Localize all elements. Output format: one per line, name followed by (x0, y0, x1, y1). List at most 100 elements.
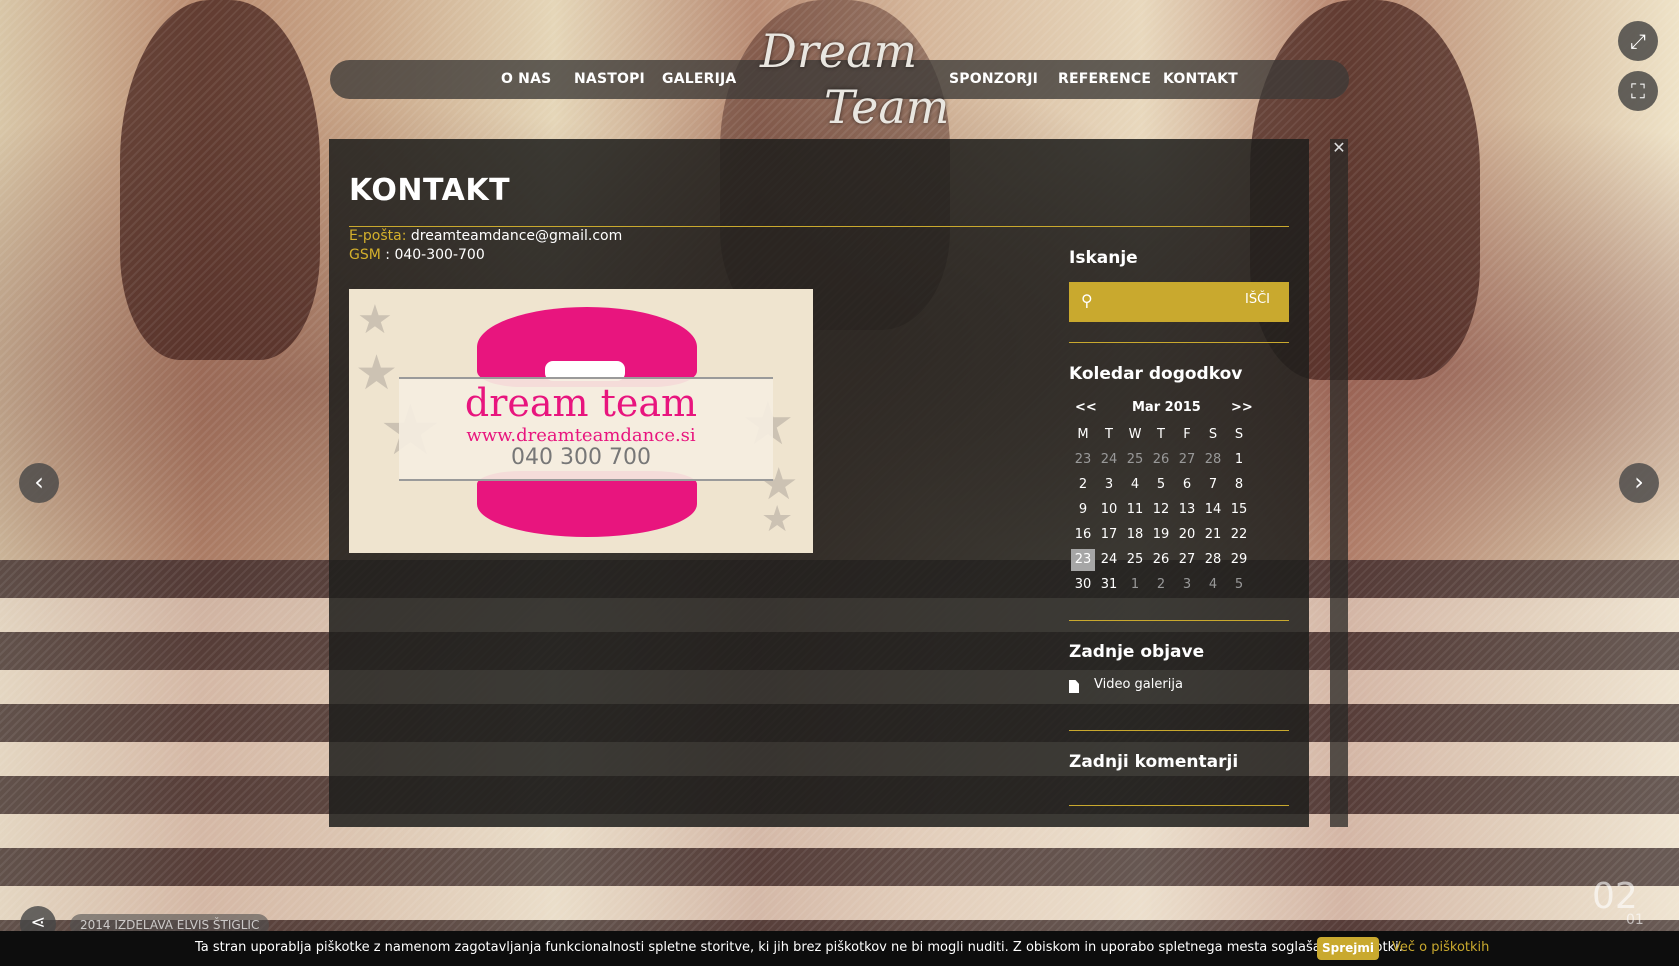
weekday-cell: S (1208, 427, 1218, 442)
calendar-day: 31 (1100, 577, 1118, 592)
nav-sponzorji[interactable]: SPONZORJI (949, 71, 1038, 87)
calendar-day: 2 (1156, 577, 1166, 592)
calendar-next-link[interactable]: >> (1231, 400, 1253, 415)
share-icon: ⋖ (30, 912, 46, 933)
calendar-day: 27 (1178, 452, 1196, 467)
weekday-cell: T (1157, 427, 1165, 442)
calendar-week-row: 9 10 11 12 13 14 15 (1069, 499, 1289, 521)
nav-kontakt[interactable]: KONTAKT (1163, 71, 1238, 87)
calendar-day: 30 (1074, 577, 1092, 592)
panel-scrollbar[interactable] (1330, 139, 1348, 827)
card-phone: 040 300 700 (511, 445, 651, 470)
slide-counter-next: 01 (1626, 912, 1644, 928)
calendar-day: 16 (1074, 527, 1092, 542)
search-heading: Iskanje (1069, 248, 1138, 268)
calendar-day-today: 23 (1071, 549, 1095, 571)
weekday-cell: S (1234, 427, 1244, 442)
site-logo[interactable]: Dream Team (760, 18, 949, 136)
calendar-prev-link[interactable]: << (1075, 400, 1097, 415)
weekday-cell: F (1183, 427, 1191, 442)
calendar-weekday-row: M T W T F S S (1069, 424, 1289, 446)
sidebar-divider (1069, 805, 1289, 806)
calendar-day: 13 (1178, 502, 1196, 517)
email-line: E-pošta: dreamteamdance@gmail.com (349, 228, 622, 244)
search-button[interactable]: IŠČI (1245, 292, 1270, 307)
calendar-day: 27 (1178, 552, 1196, 567)
next-slide-button[interactable]: › (1619, 463, 1659, 503)
calendar-day: 7 (1208, 477, 1218, 492)
business-card-image: ★ ★ ★ ★ ★ ★ dream team www.dreamteamdanc… (349, 289, 813, 553)
calendar-day: 20 (1178, 527, 1196, 542)
weekday-cell: W (1128, 427, 1142, 442)
calendar-day: 17 (1100, 527, 1118, 542)
calendar-day: 26 (1152, 452, 1170, 467)
calendar-day: 1 (1234, 452, 1244, 467)
star-decoration: ★ (761, 499, 794, 540)
calendar-day: 14 (1204, 502, 1222, 517)
weekday-cell: T (1105, 427, 1113, 442)
calendar-day: 22 (1230, 527, 1248, 542)
calendar-day: 29 (1230, 552, 1248, 567)
calendar-heading: Koledar dogodkov (1069, 364, 1243, 384)
calendar-day: 18 (1126, 527, 1144, 542)
cookie-message: Ta stran uporablja piškotke z namenom za… (195, 940, 1403, 955)
calendar-day: 8 (1234, 477, 1244, 492)
chevron-left-icon: ‹ (34, 468, 44, 496)
calendar-day: 23 (1074, 452, 1092, 467)
calendar-day: 6 (1182, 477, 1192, 492)
sidebar-divider (1069, 342, 1289, 343)
fit-screen-icon: ⛶ (1631, 79, 1645, 103)
calendar-day: 1 (1130, 577, 1140, 592)
calendar-day: 4 (1130, 477, 1140, 492)
calendar-day: 24 (1100, 452, 1118, 467)
fullscreen-button[interactable]: ⤢ (1618, 21, 1658, 61)
calendar-day: 24 (1100, 552, 1118, 567)
calendar-day: 11 (1126, 502, 1144, 517)
star-decoration: ★ (357, 297, 393, 343)
calendar-day: 3 (1104, 477, 1114, 492)
nav-galerija[interactable]: GALERIJA (662, 71, 736, 87)
recent-comments-heading: Zadnji komentarji (1069, 752, 1239, 772)
calendar-day: 26 (1152, 552, 1170, 567)
calendar-nav-row: << Mar 2015 >> (1069, 400, 1289, 422)
page-title: KONTAKT (349, 173, 511, 208)
gsm-line: GSM : 040-300-700 (349, 247, 485, 263)
gsm-separator: : (380, 247, 390, 263)
gsm-number: 040-300-700 (394, 247, 485, 263)
search-input[interactable] (1103, 290, 1237, 314)
calendar-week-row: 16 17 18 19 20 21 22 (1069, 524, 1289, 546)
calendar-day: 15 (1230, 502, 1248, 517)
logo-line-2: Team (824, 80, 950, 134)
logo-line-1: Dream (760, 24, 918, 78)
cookie-more-link[interactable]: Več o piškotkih (1392, 940, 1489, 955)
cookie-accept-button[interactable]: Sprejmi (1317, 937, 1379, 960)
chevron-right-icon: › (1634, 468, 1644, 496)
calendar-week-row: 23 24 25 26 27 28 1 (1069, 449, 1289, 471)
title-divider (349, 226, 1289, 227)
fit-screen-button[interactable]: ⛶ (1618, 71, 1658, 111)
calendar-month: Mar 2015 (1132, 400, 1201, 415)
cookie-bar: Ta stran uporablja piškotke z namenom za… (0, 931, 1679, 966)
fullscreen-icon: ⤢ (1630, 29, 1646, 53)
email-label: E-pošta: (349, 228, 407, 244)
calendar-day: 28 (1204, 452, 1222, 467)
nav-reference[interactable]: REFERENCE (1058, 71, 1151, 87)
calendar-day: 19 (1152, 527, 1170, 542)
calendar-day: 2 (1078, 477, 1088, 492)
email-link[interactable]: dreamteamdance@gmail.com (411, 228, 622, 244)
recent-post-link[interactable]: Video galerija (1094, 677, 1183, 692)
prev-slide-button[interactable]: ‹ (19, 463, 59, 503)
calendar-day: 5 (1156, 477, 1166, 492)
nav-o-nas[interactable]: O NAS (501, 71, 551, 87)
calendar-day: 10 (1100, 502, 1118, 517)
search-icon: ⚲ (1081, 291, 1093, 310)
calendar-week-row: 30 31 1 2 3 4 5 (1069, 574, 1289, 596)
close-icon[interactable]: ✕ (1330, 139, 1348, 157)
card-url: www.dreamteamdance.si (466, 425, 696, 446)
nav-nastopi[interactable]: NASTOPI (574, 71, 645, 87)
calendar-day: 3 (1182, 577, 1192, 592)
calendar-week-row: 2 3 4 5 6 7 8 (1069, 474, 1289, 496)
calendar-day: 25 (1126, 552, 1144, 567)
calendar-day: 21 (1204, 527, 1222, 542)
calendar-day: 28 (1204, 552, 1222, 567)
